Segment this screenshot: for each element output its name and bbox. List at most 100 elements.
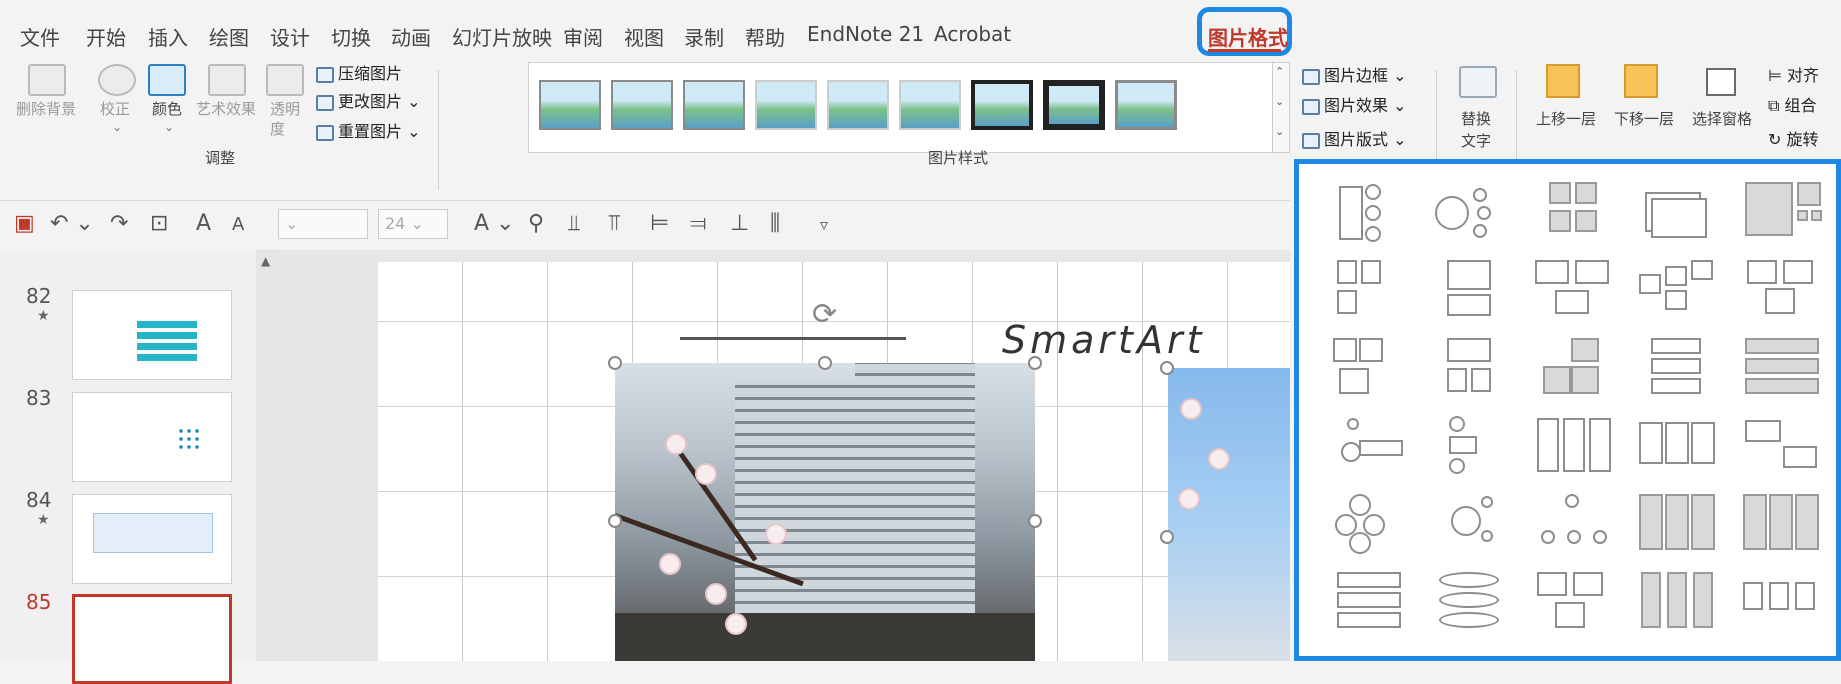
gallery-scroller[interactable]: ⌃ ⌄ ⌄ xyxy=(1272,62,1290,153)
align-button[interactable]: ⊨ 对齐 xyxy=(1768,62,1819,86)
font-shrink-icon[interactable]: A xyxy=(232,214,244,235)
picture-layout-option[interactable] xyxy=(1329,568,1415,638)
picture-layout-option[interactable] xyxy=(1531,178,1617,248)
picture-layout-option[interactable] xyxy=(1531,568,1617,638)
color-button[interactable]: 颜色 xyxy=(152,98,182,119)
chevron-down-icon[interactable]: ⌄ xyxy=(1275,95,1284,108)
tab-picture-format[interactable]: 图片格式 xyxy=(1197,7,1292,56)
picture-style-5[interactable] xyxy=(827,80,889,130)
undo-icon[interactable]: ↶ ⌄ xyxy=(50,211,94,236)
scroll-up-icon[interactable]: ▲ xyxy=(261,254,270,268)
font-color-icon[interactable]: A ⌄ xyxy=(474,211,514,236)
picture-styles-gallery[interactable] xyxy=(528,62,1278,153)
tab-acrobat[interactable]: Acrobat xyxy=(934,22,1011,46)
tab-endnote[interactable]: EndNote 21 xyxy=(807,22,924,46)
picture-border-button[interactable]: 图片边框 ⌄ xyxy=(1302,62,1407,86)
picture-style-3[interactable] xyxy=(683,80,745,130)
alt-text-button[interactable]: 替换 xyxy=(1461,108,1491,129)
picture-layout-button[interactable]: 图片版式 ⌄ xyxy=(1302,126,1407,150)
picture-style-4[interactable] xyxy=(755,80,817,130)
rotate-handle-icon[interactable]: ⟳ xyxy=(812,297,837,332)
picture-layout-option[interactable] xyxy=(1635,256,1721,326)
font-size-box[interactable]: 24 ⌄ xyxy=(378,209,448,239)
selection-pane-button[interactable]: 选择窗格 xyxy=(1692,108,1752,129)
resize-handle[interactable] xyxy=(1160,361,1174,375)
second-picture[interactable] xyxy=(1168,368,1290,661)
slide-title[interactable]: SmartArt xyxy=(1002,318,1205,362)
align-right-icon[interactable]: ⫤ xyxy=(690,211,707,236)
corrections-button[interactable]: 校正 xyxy=(100,98,130,119)
align-center-icon[interactable]: ⊥ xyxy=(730,211,749,236)
resize-handle[interactable] xyxy=(1028,514,1042,528)
picture-style-1[interactable] xyxy=(539,80,601,130)
picture-style-7[interactable] xyxy=(971,80,1033,130)
picture-style-9[interactable] xyxy=(1115,80,1177,130)
picture-layout-option[interactable] xyxy=(1531,334,1617,404)
tab-transitions[interactable]: 切换 xyxy=(331,22,371,51)
customize-qat-icon[interactable]: ▿ xyxy=(820,215,828,234)
picture-layout-option[interactable] xyxy=(1739,412,1825,482)
resize-handle[interactable] xyxy=(1160,530,1174,544)
picture-layout-option[interactable] xyxy=(1429,490,1515,560)
picture-layout-option[interactable] xyxy=(1429,334,1515,404)
resize-handle[interactable] xyxy=(608,514,622,528)
picture-layout-option[interactable] xyxy=(1635,412,1721,482)
picture-layout-option[interactable] xyxy=(1329,412,1415,482)
redo-icon[interactable]: ↷ xyxy=(110,211,128,236)
change-picture-button[interactable]: 更改图片 ⌄ xyxy=(316,88,421,112)
picture-layout-option[interactable] xyxy=(1429,178,1515,248)
picture-style-2[interactable] xyxy=(611,80,673,130)
picture-layout-option[interactable] xyxy=(1635,178,1721,248)
slide-thumbnail[interactable] xyxy=(72,494,232,584)
slide-thumbnail[interactable] xyxy=(72,290,232,380)
picture-layout-option[interactable] xyxy=(1739,334,1825,404)
picture-layout-option[interactable] xyxy=(1739,490,1825,560)
picture-layout-gallery[interactable] xyxy=(1294,159,1841,661)
bring-forward-button[interactable]: 上移一层 xyxy=(1536,108,1596,129)
picture-layout-option[interactable] xyxy=(1739,256,1825,326)
picture-layout-option[interactable] xyxy=(1531,490,1617,560)
tab-record[interactable]: 录制 xyxy=(684,22,724,51)
picture-layout-option[interactable] xyxy=(1635,490,1721,560)
artistic-effects-button[interactable]: 艺术效果 xyxy=(196,98,256,119)
picture-layout-option[interactable] xyxy=(1429,256,1515,326)
tab-view[interactable]: 视图 xyxy=(624,22,664,51)
align-bottom-icon[interactable]: ⫫ xyxy=(568,211,580,236)
compress-pictures-button[interactable]: 压缩图片 xyxy=(316,60,402,84)
picture-layout-option[interactable] xyxy=(1429,568,1515,638)
send-backward-button[interactable]: 下移一层 xyxy=(1614,108,1674,129)
group-button[interactable]: ⧉ 组合 xyxy=(1768,92,1817,116)
transparency-button[interactable]: 透明 xyxy=(270,98,300,119)
save-icon[interactable]: ▣ xyxy=(14,211,35,236)
selected-picture[interactable] xyxy=(614,363,1035,661)
slide-thumbnail[interactable] xyxy=(72,392,232,482)
rotate-button[interactable]: ↻ 旋转 xyxy=(1768,126,1819,150)
tab-review[interactable]: 审阅 xyxy=(563,22,603,51)
picture-layout-option[interactable] xyxy=(1329,178,1415,248)
picture-layout-option[interactable] xyxy=(1329,256,1415,326)
font-grow-icon[interactable]: A xyxy=(196,211,211,236)
picture-layout-option[interactable] xyxy=(1329,490,1415,560)
picture-effects-button[interactable]: 图片效果 ⌄ xyxy=(1302,92,1407,116)
picture-layout-option[interactable] xyxy=(1635,334,1721,404)
present-icon[interactable]: ⊡ xyxy=(150,211,168,236)
picture-layout-option[interactable] xyxy=(1429,412,1515,482)
picture-layout-option[interactable] xyxy=(1531,256,1617,326)
reset-picture-button[interactable]: 重置图片 ⌄ xyxy=(316,118,421,142)
picture-layout-option[interactable] xyxy=(1635,568,1721,638)
tab-draw[interactable]: 绘图 xyxy=(209,22,249,51)
picture-layout-option[interactable] xyxy=(1329,334,1415,404)
align-top-icon[interactable]: ⫪ xyxy=(608,211,620,236)
chevron-up-icon[interactable]: ⌃ xyxy=(1275,65,1284,78)
picture-style-6[interactable] xyxy=(899,80,961,130)
tab-insert[interactable]: 插入 xyxy=(148,22,188,51)
format-painter-icon[interactable]: ⚲ xyxy=(528,211,544,236)
tab-slideshow[interactable]: 幻灯片放映 xyxy=(452,22,552,51)
remove-background-button[interactable]: 删除背景 xyxy=(16,98,76,119)
tab-animations[interactable]: 动画 xyxy=(391,22,431,51)
picture-layout-option[interactable] xyxy=(1531,412,1617,482)
resize-handle[interactable] xyxy=(608,356,622,370)
tab-file[interactable]: 文件 xyxy=(20,22,60,51)
slide-thumbnail-selected[interactable] xyxy=(72,594,232,684)
align-left-icon[interactable]: ⊨ xyxy=(650,211,669,236)
